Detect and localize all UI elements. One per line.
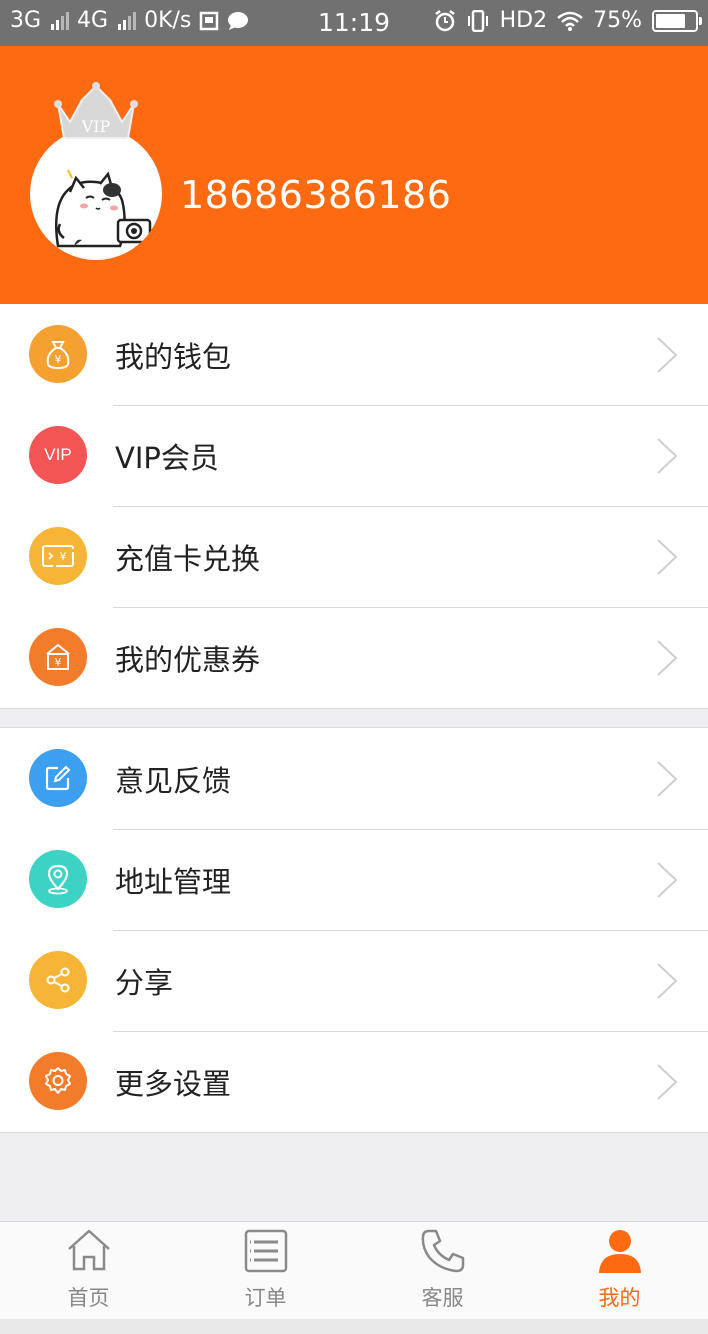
menu-label-settings: 更多设置 — [115, 1067, 232, 1101]
menu-item-coupon[interactable]: ¥ 我的优惠券 — [0, 607, 708, 708]
menu-label-card-exchange: 充值卡兑换 — [115, 542, 261, 576]
hd-label: HD2 — [499, 8, 548, 33]
tab-label-home: 首页 — [67, 1286, 110, 1310]
tab-orders[interactable]: 订单 — [177, 1222, 354, 1319]
menu-label-feedback: 意见反馈 — [115, 764, 232, 798]
avatar[interactable] — [30, 128, 162, 260]
phone-icon — [421, 1229, 464, 1273]
menu-item-wallet[interactable]: ¥ 我的钱包 — [0, 304, 708, 405]
chevron-right-icon — [657, 1064, 678, 1100]
cat-avatar-illustration — [55, 169, 152, 248]
vip-badge-text: VIP — [81, 117, 111, 136]
feedback-icon — [29, 749, 87, 807]
navigation-bar-strip — [0, 1319, 708, 1334]
settings-icon — [29, 1052, 87, 1110]
menu-item-share[interactable]: 分享 — [0, 930, 708, 1031]
bottom-tab-bar: 首页 订单 客服 我的 — [0, 1221, 708, 1319]
chevron-right-icon — [657, 761, 678, 797]
tab-mine[interactable]: 我的 — [531, 1222, 708, 1319]
status-bar: 3G 4G 0K/s 11:19 HD2 75% — [0, 0, 708, 46]
vip-crown-icon: VIP — [54, 82, 138, 139]
chevron-right-icon — [657, 640, 678, 676]
menu-label-address: 地址管理 — [115, 865, 232, 899]
chevron-right-icon — [657, 963, 678, 999]
avatar-container[interactable]: VIP — [30, 82, 162, 260]
battery-level-fill — [656, 13, 685, 28]
tab-home[interactable]: 首页 — [0, 1222, 177, 1319]
profile-header: VIP 18686386186 — [0, 46, 708, 304]
home-icon — [67, 1229, 110, 1271]
menu-item-card-exchange[interactable]: ¥ 充值卡兑换 — [0, 506, 708, 607]
location-icon — [29, 850, 87, 908]
wallet-icon: ¥ — [29, 325, 87, 383]
phone-number: 18686386186 — [180, 173, 452, 217]
vip-icon: VIP — [29, 426, 87, 484]
tab-label-customer-service: 客服 — [421, 1286, 464, 1310]
tab-label-orders: 订单 — [244, 1286, 287, 1310]
menu-item-vip[interactable]: VIP VIP会员 — [0, 405, 708, 506]
chevron-right-icon — [657, 862, 678, 898]
account-menu-group: ¥ 我的钱包 VIP VIP会员 ¥ 充值卡兑换 ¥ 我的优惠券 — [0, 304, 708, 709]
coupon-icon: ¥ — [29, 628, 87, 686]
tab-label-mine: 我的 — [598, 1286, 641, 1310]
card-exchange-icon: ¥ — [29, 527, 87, 585]
menu-label-coupon: 我的优惠券 — [115, 643, 261, 677]
chevron-right-icon — [657, 539, 678, 575]
wifi-icon — [557, 11, 583, 31]
battery-percent: 75% — [593, 8, 642, 33]
alarm-icon — [434, 9, 455, 31]
user-icon — [598, 1230, 641, 1273]
order-list-icon — [244, 1229, 287, 1273]
battery-icon — [652, 9, 702, 32]
svg-text:¥: ¥ — [55, 353, 62, 366]
svg-text:¥: ¥ — [55, 656, 62, 669]
tab-customer-service[interactable]: 客服 — [354, 1222, 531, 1319]
menu-label-share: 分享 — [115, 966, 174, 1000]
menu-item-address[interactable]: 地址管理 — [0, 829, 708, 930]
chevron-right-icon — [657, 337, 678, 373]
svg-text:¥: ¥ — [60, 550, 67, 563]
menu-item-feedback[interactable]: 意见反馈 — [0, 728, 708, 829]
vip-icon-text: VIP — [44, 445, 72, 464]
vibrate-icon — [467, 9, 488, 32]
chevron-right-icon — [657, 438, 678, 474]
share-icon — [29, 951, 87, 1009]
menu-item-settings[interactable]: 更多设置 — [0, 1031, 708, 1132]
settings-menu-group: 意见反馈 地址管理 分享 更多设置 — [0, 727, 708, 1133]
menu-label-wallet: 我的钱包 — [115, 340, 232, 374]
menu-label-vip: VIP会员 — [115, 441, 219, 475]
